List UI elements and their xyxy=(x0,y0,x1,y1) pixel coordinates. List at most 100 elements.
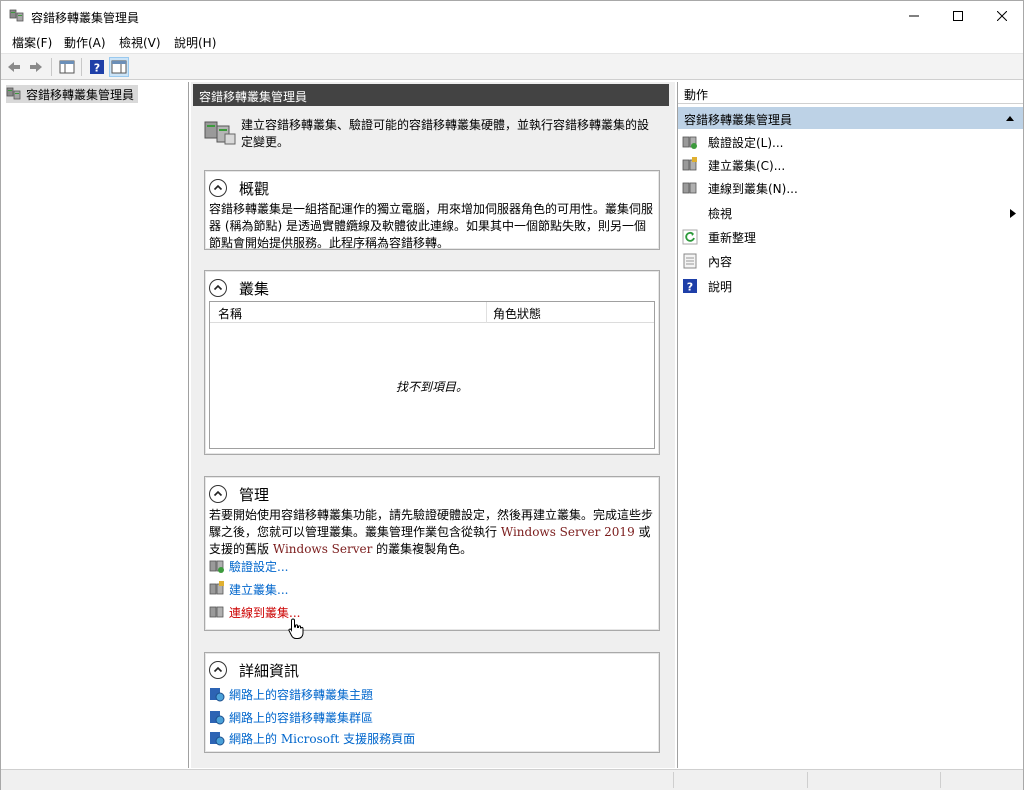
arrow-left-icon xyxy=(8,62,20,72)
clusters-section-header: 叢集 xyxy=(209,277,269,299)
show-hide-action-pane-button[interactable] xyxy=(109,57,129,77)
validate-configuration-icon xyxy=(209,560,224,573)
app-window: 容錯移轉叢集管理員 檔案(F) 動作(A) 檢視(V) 說明(H) ? 容錯移轉… xyxy=(0,0,1024,790)
create-cluster-link[interactable]: 建立叢集... xyxy=(209,580,288,598)
action-label: 內容 xyxy=(708,254,733,269)
action-create-cluster[interactable]: 建立叢集(C)... xyxy=(682,155,1020,175)
web-link-icon xyxy=(210,688,225,702)
more-info-title: 詳細資訊 xyxy=(239,661,300,680)
validate-configuration-icon xyxy=(682,134,698,150)
chevron-up-icon xyxy=(213,284,223,291)
menu-action[interactable]: 動作(A) xyxy=(62,34,108,51)
link-label: 網路上的容錯移轉叢集群區 xyxy=(229,710,374,725)
clusters-list-header: 名稱 角色狀態 xyxy=(210,302,654,323)
clusters-list[interactable]: 名稱 角色狀態 找不到項目。 xyxy=(209,301,655,449)
collapse-management-button[interactable] xyxy=(209,485,227,503)
column-divider[interactable] xyxy=(486,302,487,323)
column-header-name[interactable]: 名稱 xyxy=(218,305,242,322)
title-bar: 容錯移轉叢集管理員 xyxy=(1,1,1023,31)
status-bar xyxy=(1,769,1023,790)
console-tree-pane: 容錯移轉叢集管理員 xyxy=(2,82,189,768)
toolbar-separator xyxy=(81,58,82,76)
chevron-up-icon xyxy=(213,666,223,673)
more-info-section-header: 詳細資訊 xyxy=(209,659,299,681)
help-icon: ? xyxy=(90,60,104,75)
tree-item-cluster-manager[interactable]: 容錯移轉叢集管理員 xyxy=(6,85,139,103)
action-label: 驗證設定(L)... xyxy=(708,135,784,150)
collapse-more-info-button[interactable] xyxy=(209,661,227,679)
svg-text:?: ? xyxy=(94,62,100,75)
help-button[interactable]: ? xyxy=(87,57,107,77)
svg-text:?: ? xyxy=(687,281,693,294)
management-text-part: 的叢集複製角色。 xyxy=(372,542,473,556)
action-properties[interactable]: 內容 xyxy=(682,251,1020,271)
link-label: 驗證設定... xyxy=(229,559,289,574)
action-label: 建立叢集(C)... xyxy=(708,158,786,173)
cluster-overview-icon xyxy=(203,118,237,148)
management-title: 管理 xyxy=(239,485,270,504)
back-button[interactable] xyxy=(4,57,24,77)
toolbar-separator xyxy=(51,58,52,76)
action-label: 檢視 xyxy=(708,206,733,221)
actions-group-label: 容錯移轉叢集管理員 xyxy=(684,113,793,127)
web-link-icon xyxy=(210,711,225,725)
menu-help[interactable]: 說明(H) xyxy=(172,34,218,51)
action-view[interactable]: 檢視 xyxy=(682,203,1020,223)
action-label: 說明 xyxy=(708,279,733,294)
intro-description: 建立容錯移轉叢集、驗證可能的容錯移轉叢集硬體，並執行容錯移轉叢集的設定變更。 xyxy=(241,118,650,149)
show-hide-console-tree-button[interactable] xyxy=(57,57,77,77)
window-title: 容錯移轉叢集管理員 xyxy=(31,11,140,25)
product-name: Windows Server 2019 xyxy=(500,525,635,539)
actions-pane-title: 動作 xyxy=(678,82,1023,104)
management-section: 管理 若要開始使用容錯移轉叢集功能，請先驗證硬體設定，然後再建立叢集。完成這些步… xyxy=(204,476,660,631)
web-link-icon xyxy=(210,732,225,746)
properties-icon xyxy=(682,253,698,269)
status-divider xyxy=(940,772,941,788)
actions-pane: 動作 容錯移轉叢集管理員 驗證設定(L)... 建立叢集(C)... 連線到叢集… xyxy=(677,82,1023,768)
center-pane: 容錯移轉叢集管理員 建立容錯移轉叢集、驗證可能的容錯移轉叢集硬體，並執行容錯移轉… xyxy=(191,82,675,768)
overview-text: 容錯移轉叢集是一組搭配運作的獨立電腦，用來增加伺服器角色的可用性。叢集伺服器 (… xyxy=(209,202,654,250)
collapse-overview-button[interactable] xyxy=(209,179,227,197)
cluster-manager-icon xyxy=(9,8,25,24)
clusters-title: 叢集 xyxy=(239,279,270,298)
create-cluster-icon xyxy=(682,157,698,173)
menu-view[interactable]: 檢視(V) xyxy=(117,34,163,51)
center-pane-header: 容錯移轉叢集管理員 xyxy=(193,84,669,106)
collapse-clusters-button[interactable] xyxy=(209,279,227,297)
maximize-button[interactable] xyxy=(935,1,981,31)
connect-to-cluster-icon xyxy=(209,606,224,618)
menu-bar: 檔案(F) 動作(A) 檢視(V) 說明(H) xyxy=(1,31,1023,52)
connect-to-cluster-link[interactable]: 連線到叢集... xyxy=(209,603,300,621)
web-community-link[interactable]: 網路上的容錯移轉叢集群區 xyxy=(209,708,373,726)
column-header-role-status[interactable]: 角色狀態 xyxy=(493,305,541,322)
cluster-manager-icon xyxy=(6,87,21,100)
blank-icon xyxy=(682,205,698,221)
submenu-arrow-icon xyxy=(1010,209,1016,218)
action-help[interactable]: ? 說明 xyxy=(682,276,1020,296)
close-button[interactable] xyxy=(979,1,1024,31)
forward-button[interactable] xyxy=(26,57,46,77)
tree-item-label: 容錯移轉叢集管理員 xyxy=(26,87,135,102)
action-validate-configuration[interactable]: 驗證設定(L)... xyxy=(682,132,1020,152)
product-name: Windows Server xyxy=(272,542,373,556)
more-info-section: 詳細資訊 網路上的容錯移轉叢集主題 網路上的容錯移轉叢集群區 網路上的 Micr… xyxy=(204,652,660,753)
hand-cursor-icon xyxy=(288,618,304,643)
action-connect-to-cluster[interactable]: 連線到叢集(N)... xyxy=(682,178,1020,198)
console-tree-icon xyxy=(59,60,75,74)
action-refresh[interactable]: 重新整理 xyxy=(682,227,1020,247)
collapse-up-icon xyxy=(1006,116,1014,121)
validate-configuration-link[interactable]: 驗證設定... xyxy=(209,557,288,575)
microsoft-support-link[interactable]: 網路上的 Microsoft 支援服務頁面 xyxy=(209,729,415,747)
toolbar: ? xyxy=(1,53,1023,80)
management-text: 若要開始使用容錯移轉叢集功能，請先驗證硬體設定，然後再建立叢集。完成這些步驟之後… xyxy=(209,507,655,558)
minimize-button[interactable] xyxy=(891,1,937,31)
create-cluster-icon xyxy=(209,581,224,595)
web-topics-link[interactable]: 網路上的容錯移轉叢集主題 xyxy=(209,685,373,703)
actions-group-header[interactable]: 容錯移轉叢集管理員 xyxy=(678,107,1023,129)
overview-section: 概觀 容錯移轉叢集是一組搭配運作的獨立電腦，用來增加伺服器角色的可用性。叢集伺服… xyxy=(204,170,660,250)
status-divider xyxy=(807,772,808,788)
action-label: 連線到叢集(N)... xyxy=(708,181,798,196)
arrow-right-icon xyxy=(30,62,42,72)
refresh-icon xyxy=(682,229,698,245)
menu-file[interactable]: 檔案(F) xyxy=(10,34,54,51)
